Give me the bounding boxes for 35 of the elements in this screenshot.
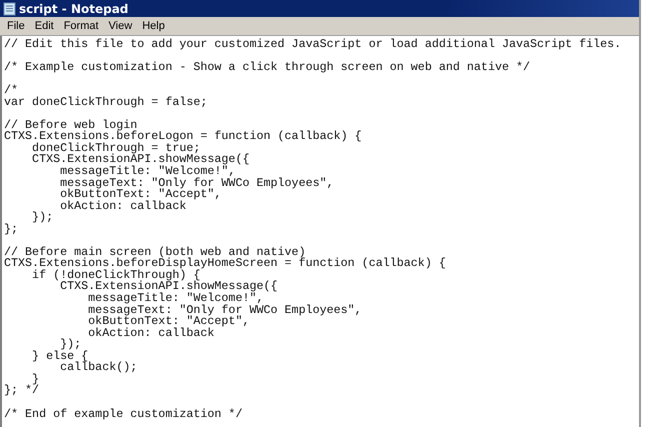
code-line: /* (4, 85, 20, 97)
code-line: okButtonText: "Accept", (87, 316, 250, 328)
code-line: } else { (31, 350, 88, 362)
code-line: }); (31, 212, 54, 224)
code-line: var doneClickThrough = false; (4, 96, 208, 108)
code-line: callback(); (59, 362, 138, 374)
menu-item[interactable]: File (2, 20, 30, 32)
code-line: CTXS.ExtensionAPI.showMessage({ (60, 281, 279, 294)
menu-item[interactable]: Format (58, 20, 104, 32)
code-line: okAction: callback (59, 200, 186, 212)
code-line: CTXS.Extensions.beforeDisplayHomeScreen = function (callback) { (4, 258, 447, 270)
code-line: messageTitle: "Welcome!", (88, 293, 264, 305)
code-line: CTXS.Extensions.beforeLogon = function (callback) { (4, 131, 363, 143)
menu-item[interactable]: Help (137, 20, 170, 32)
code-line: /* Example customization - Show a click through screen on web and native */ (4, 62, 532, 74)
menu-item[interactable]: View (104, 20, 138, 32)
code-line: }; */ (4, 385, 40, 397)
code-line: CTXS.ExtensionAPI.showMessage({ (31, 154, 250, 166)
window-title: script - Notepad (19, 2, 128, 16)
code-line: /* End of example customization */ (4, 408, 244, 420)
code-line: }; (4, 224, 20, 236)
code-line: messageTitle: "Welcome!", (60, 166, 236, 178)
notepad-icon (3, 2, 16, 16)
code-line: messageText: "Only for WWCo Employees", (59, 178, 335, 190)
code-line: messageText: "Only for WWCo Employees", (87, 304, 363, 316)
code-line: // Before web login (4, 120, 138, 132)
code-line: // Edit this file to add your customized JavaScript or load additional JavaScript files. (4, 39, 622, 51)
menu-item[interactable]: Edit (30, 20, 59, 32)
code-line: }); (60, 339, 82, 351)
code-line: // Before main screen (both web and native) (4, 246, 306, 258)
code-line: } (32, 374, 40, 386)
code-line: okAction: callback (87, 328, 214, 340)
code-line: doneClickThrough = true; (32, 142, 200, 154)
code-line: if (!doneClickThrough) { (32, 270, 200, 282)
code-line: okButtonText: "Accept", (59, 189, 222, 201)
